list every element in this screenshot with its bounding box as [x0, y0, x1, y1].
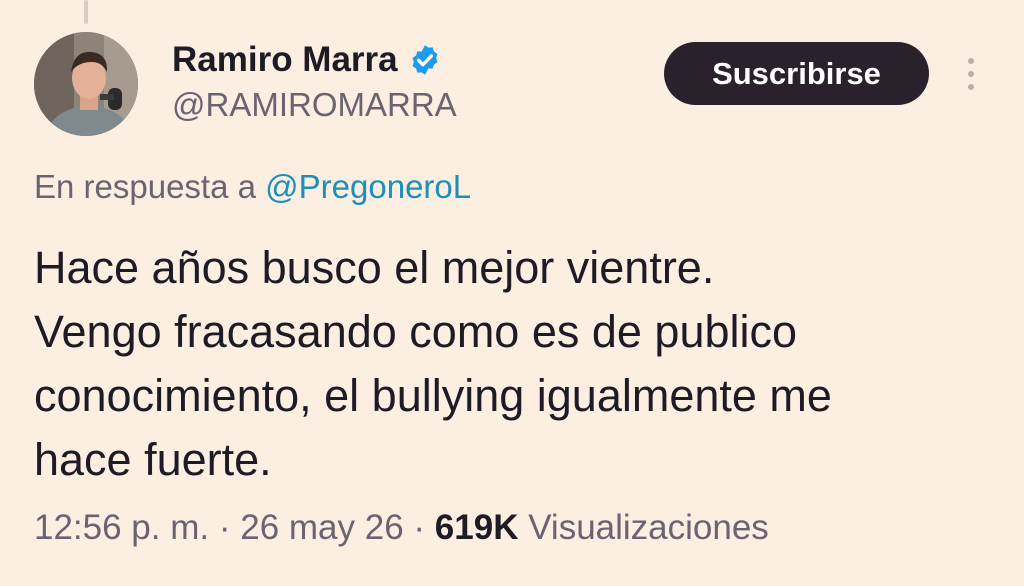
more-dot [968, 84, 974, 90]
author-handle[interactable]: @RAMIROMARRA [172, 86, 457, 124]
verified-badge-icon [408, 43, 442, 77]
views-count[interactable]: 619K [435, 508, 519, 547]
more-dot [968, 71, 974, 77]
tweet-text-line: hace fuerte. [34, 434, 272, 485]
author-name-row: Ramiro Marra [172, 38, 442, 82]
views-label[interactable]: Visualizaciones [528, 508, 769, 547]
tweet-meta: 12:56 p. m. · 26 may 26 · 619K Visualiza… [34, 508, 769, 548]
reply-prefix: En respuesta a [34, 168, 256, 205]
reply-to-link[interactable]: @PregoneroL [265, 168, 471, 205]
meta-separator: · [218, 508, 231, 547]
avatar-photo [34, 32, 138, 136]
tweet-card: Ramiro Marra @RAMIROMARRA Suscribirse En… [0, 0, 1024, 586]
subscribe-button[interactable]: Suscribirse [664, 42, 929, 105]
meta-separator: · [413, 508, 426, 547]
tweet-text-line: Hace años busco el mejor vientre. [34, 242, 715, 293]
reply-context: En respuesta a @PregoneroL [34, 168, 471, 206]
author-display-name[interactable]: Ramiro Marra [172, 40, 398, 80]
more-dot [968, 58, 974, 64]
more-vertical-icon[interactable] [960, 54, 982, 94]
avatar[interactable] [34, 32, 138, 136]
tweet-text-line: Vengo fracasando como es de publico [34, 306, 798, 357]
tweet-text: Hace años busco el mejor vientre. Vengo … [34, 236, 994, 492]
thread-connector-line [84, 0, 88, 24]
tweet-text-line: conocimiento, el bullying igualmente me [34, 370, 832, 421]
tweet-date[interactable]: 26 may 26 [240, 508, 403, 547]
tweet-time[interactable]: 12:56 p. m. [34, 508, 209, 547]
